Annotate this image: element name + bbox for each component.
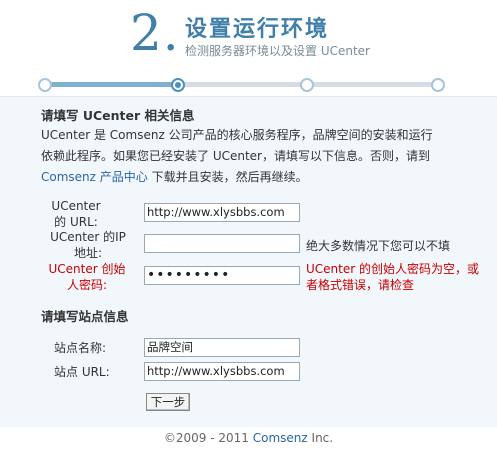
intro-line-3: Comsenz 产品中心 下载并且安装，然后再继续。 bbox=[41, 167, 471, 188]
step-number: 2. bbox=[130, 4, 180, 62]
site-name-input[interactable]: 品牌空间 bbox=[144, 338, 300, 357]
step-progress-bar bbox=[0, 70, 497, 96]
page-footer: ©2009 - 2011 Comsenz Inc. bbox=[0, 426, 497, 451]
ucenter-password-input[interactable]: ••••••••• bbox=[144, 266, 300, 285]
step-dot-2-current bbox=[171, 78, 185, 92]
intro-line-3-rest: 下载并且安装，然后再继续。 bbox=[147, 170, 308, 184]
product-center-link[interactable]: Comsenz 产品中心 bbox=[41, 170, 148, 184]
ucenter-password-error: UCenter 的创始人密码为空，或者格式错误，请检查 bbox=[306, 262, 479, 292]
next-step-button[interactable]: 下一步 bbox=[146, 393, 190, 411]
footer-suffix: Inc. bbox=[307, 431, 334, 445]
footer-copyright: ©2009 - 2011 bbox=[163, 431, 253, 445]
ucenter-password-label: UCenter 创始人密码: bbox=[48, 262, 126, 292]
site-name-label: 站点名称: bbox=[54, 341, 107, 355]
site-section-title: 请填写站点信息 bbox=[41, 309, 129, 324]
ucenter-ip-input[interactable] bbox=[144, 234, 300, 253]
page-header: 2. 设置运行环境 检测服务器环境以及设置 UCenter bbox=[0, 0, 497, 96]
intro-line-2: 依赖此程序。如果您已经安装了 UCenter，请填写以下信息。否则，请到 bbox=[41, 149, 430, 163]
page-title: 设置运行环境 bbox=[185, 17, 330, 42]
step-dot-4 bbox=[431, 78, 445, 92]
page-subtitle: 检测服务器环境以及设置 UCenter bbox=[185, 44, 370, 58]
ucenter-section-title: 请填写 UCenter 相关信息 bbox=[41, 108, 195, 123]
ucenter-url-input[interactable]: http://www.xlysbbs.com bbox=[144, 203, 300, 222]
site-url-input[interactable]: http://www.xlysbbs.com bbox=[144, 362, 300, 381]
step-dot-3 bbox=[300, 78, 314, 92]
site-url-label: 站点 URL: bbox=[54, 365, 110, 379]
progress-track-done bbox=[44, 82, 177, 87]
step-dot-1 bbox=[38, 78, 52, 92]
ucenter-ip-label: UCenter 的IP 地址: bbox=[50, 230, 126, 260]
ucenter-url-label: UCenter 的 URL: bbox=[51, 199, 101, 229]
main-content: 请填写 UCenter 相关信息 UCenter 是 Comsenz 公司产品的… bbox=[0, 96, 497, 427]
intro-line-1: UCenter 是 Comsenz 公司产品的核心服务程序，品牌空间的安装和运行 bbox=[41, 128, 433, 142]
ucenter-ip-hint: 绝大多数情况下您可以不填 bbox=[306, 239, 451, 253]
ucenter-intro-text: UCenter 是 Comsenz 公司产品的核心服务程序，品牌空间的安装和运行… bbox=[41, 125, 471, 188]
footer-brand-link[interactable]: Comsenz bbox=[253, 431, 308, 445]
